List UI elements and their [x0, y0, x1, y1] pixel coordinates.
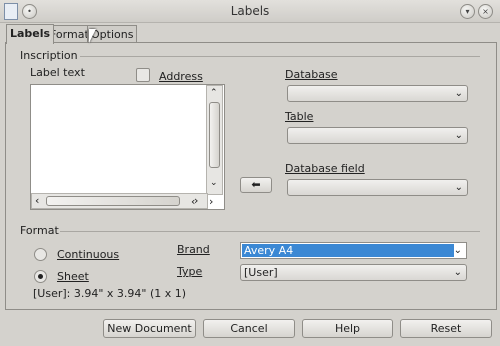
insert-field-button[interactable]: ⬅ — [240, 177, 272, 193]
continuous-radio[interactable] — [34, 248, 47, 261]
chevron-down-icon: ⌄ — [454, 88, 463, 99]
inscription-group-label: Inscription — [20, 49, 78, 62]
database-field-label: Database field — [285, 162, 365, 175]
chevron-down-icon: ⌄ — [453, 245, 462, 256]
table-dropdown[interactable]: ⌄ — [287, 127, 468, 144]
continuous-label[interactable]: Continuous — [57, 248, 119, 261]
vertical-scrollbar[interactable]: ⌃ ⌄ — [206, 85, 223, 195]
brand-dropdown[interactable]: Avery A4 ⌄ — [240, 242, 467, 259]
chevron-down-icon: ⌄ — [454, 130, 463, 141]
scroll-left-small-icon[interactable]: ‹ — [191, 195, 195, 208]
scroll-right-small-icon[interactable]: › — [209, 195, 213, 208]
format-divider — [60, 231, 480, 232]
label-text-label: Label text — [30, 66, 85, 79]
sheet-radio[interactable] — [34, 270, 47, 283]
tab-labels[interactable]: Labels — [6, 24, 55, 44]
scroll-down-icon[interactable]: ⌄ — [210, 178, 218, 188]
close-icon[interactable]: × — [478, 4, 493, 19]
scroll-left-icon[interactable]: ‹ — [35, 194, 39, 207]
reset-button[interactable]: Reset — [400, 319, 492, 338]
database-label: Database — [285, 68, 338, 81]
window-title: Labels — [230, 4, 270, 18]
type-label: Type — [177, 265, 203, 278]
inscription-divider — [80, 56, 480, 57]
sheet-label[interactable]: Sheet — [57, 270, 89, 283]
address-label[interactable]: Address — [159, 70, 203, 83]
scroll-up-icon[interactable]: ⌃ — [210, 88, 218, 98]
horizontal-scroll-thumb[interactable] — [46, 196, 180, 206]
mouse-cursor-icon — [89, 29, 96, 43]
title-bar: • Labels ▾ × — [0, 0, 500, 23]
table-label: Table — [285, 110, 314, 123]
vertical-scroll-thumb[interactable] — [209, 102, 220, 168]
minimize-icon[interactable]: ▾ — [460, 4, 475, 19]
database-field-dropdown[interactable]: ⌄ — [287, 179, 468, 196]
cancel-button[interactable]: Cancel — [203, 319, 295, 338]
size-info: [User]: 3.94" x 3.94" (1 x 1) — [33, 287, 187, 300]
help-button[interactable]: Help — [302, 319, 393, 338]
left-arrow-icon: ⬅ — [251, 178, 261, 191]
type-dropdown[interactable]: [User] ⌄ — [240, 264, 467, 281]
database-dropdown[interactable]: ⌄ — [287, 85, 468, 102]
horizontal-scrollbar[interactable]: ‹ › — [31, 193, 208, 209]
new-document-button[interactable]: New Document — [103, 319, 196, 338]
label-text-area[interactable]: ⌃ ⌄ ‹ › ‹ › — [30, 84, 225, 210]
brand-label: Brand — [177, 243, 210, 256]
chevron-down-icon: ⌄ — [454, 182, 463, 193]
chevron-down-icon: ⌄ — [453, 267, 462, 278]
format-group-label: Format — [20, 224, 59, 237]
address-checkbox[interactable] — [136, 68, 150, 82]
